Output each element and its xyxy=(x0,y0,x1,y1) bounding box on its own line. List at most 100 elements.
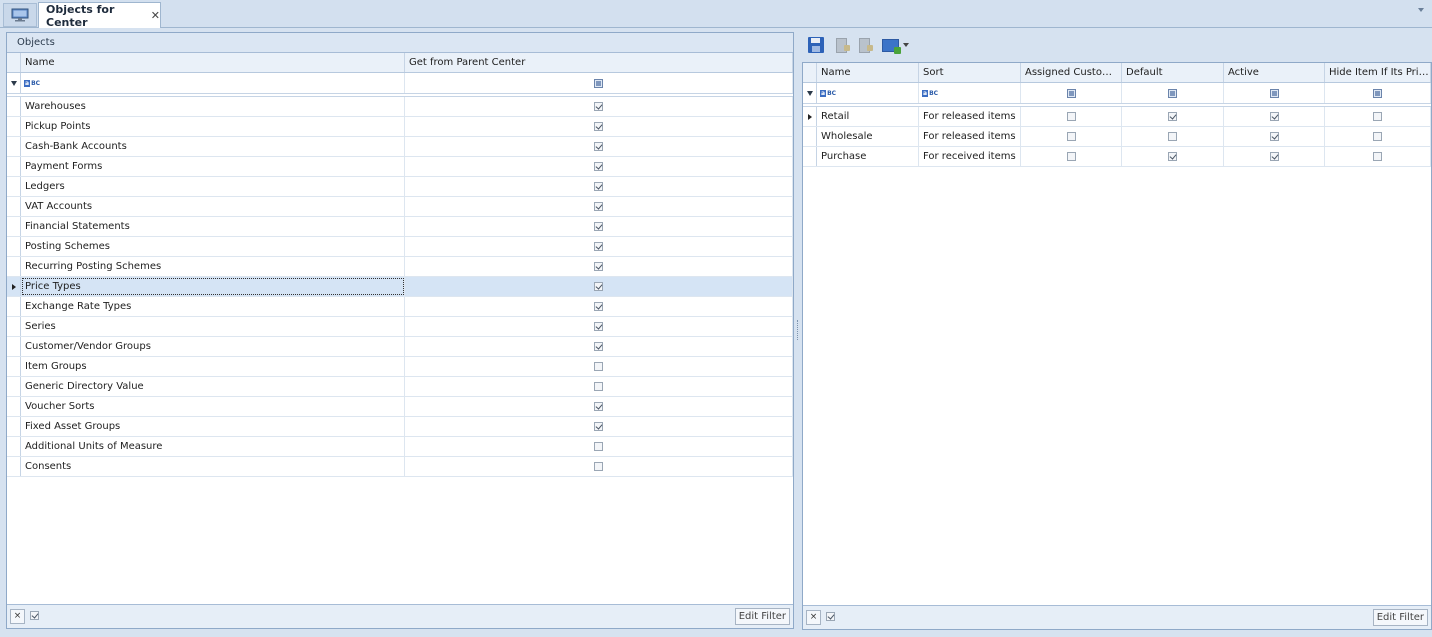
clear-filter-button[interactable]: × xyxy=(10,609,25,624)
get-from-parent-checkbox[interactable] xyxy=(594,202,603,211)
table-row[interactable]: Pickup Points xyxy=(7,117,793,137)
get-from-parent-checkbox[interactable] xyxy=(594,122,603,131)
filter-hide-cell[interactable] xyxy=(1325,83,1431,103)
object-name-cell[interactable]: Posting Schemes xyxy=(21,237,405,256)
get-from-parent-cell[interactable] xyxy=(405,217,793,236)
assigned-customer-cell[interactable] xyxy=(1021,147,1122,166)
edit-filter-button[interactable]: Edit Filter xyxy=(734,608,790,625)
get-from-parent-checkbox[interactable] xyxy=(594,342,603,351)
default-checkbox[interactable] xyxy=(1168,112,1177,121)
filter-checkbox[interactable] xyxy=(594,78,603,88)
filter-get-cell[interactable] xyxy=(405,73,793,93)
get-from-parent-checkbox[interactable] xyxy=(594,322,603,331)
object-name-cell[interactable]: Generic Directory Value xyxy=(21,377,405,396)
get-from-parent-cell[interactable] xyxy=(405,117,793,136)
table-row[interactable]: Consents xyxy=(7,457,793,477)
object-name-cell[interactable]: Fixed Asset Groups xyxy=(21,417,405,436)
get-from-parent-cell[interactable] xyxy=(405,237,793,256)
hide-item-cell[interactable] xyxy=(1325,127,1431,146)
table-row[interactable]: Warehouses xyxy=(7,97,793,117)
home-tab[interactable] xyxy=(3,3,37,27)
active-cell[interactable] xyxy=(1224,127,1325,146)
object-name-cell[interactable]: Price Types xyxy=(21,277,405,296)
edit-filter-button[interactable]: Edit Filter xyxy=(1372,609,1428,626)
hide-item-checkbox[interactable] xyxy=(1373,152,1382,161)
hide-item-checkbox[interactable] xyxy=(1373,132,1382,141)
active-checkbox[interactable] xyxy=(1269,132,1279,141)
table-row[interactable]: Generic Directory Value xyxy=(7,377,793,397)
price-type-sort-cell[interactable]: For received items xyxy=(919,147,1021,166)
column-header-default[interactable]: Default xyxy=(1122,63,1224,82)
get-from-parent-checkbox[interactable] xyxy=(594,102,603,111)
default-checkbox[interactable] xyxy=(1168,132,1177,141)
filter-checkbox[interactable] xyxy=(1269,88,1279,98)
column-header-get-from-parent[interactable]: Get from Parent Center xyxy=(405,53,793,72)
table-row[interactable]: Recurring Posting Schemes xyxy=(7,257,793,277)
object-name-cell[interactable]: Voucher Sorts xyxy=(21,397,405,416)
table-row[interactable]: VAT Accounts xyxy=(7,197,793,217)
get-from-parent-cell[interactable] xyxy=(405,417,793,436)
default-cell[interactable] xyxy=(1122,147,1224,166)
hide-item-cell[interactable] xyxy=(1325,147,1431,166)
table-row[interactable]: Financial Statements xyxy=(7,217,793,237)
active-cell[interactable] xyxy=(1224,147,1325,166)
table-row[interactable]: Series xyxy=(7,317,793,337)
assigned-customer-cell[interactable] xyxy=(1021,107,1122,126)
table-row[interactable]: Item Groups xyxy=(7,357,793,377)
object-name-cell[interactable]: Pickup Points xyxy=(21,117,405,136)
get-from-parent-checkbox[interactable] xyxy=(594,162,603,171)
hide-item-checkbox[interactable] xyxy=(1373,112,1382,121)
object-name-cell[interactable]: Customer/Vendor Groups xyxy=(21,337,405,356)
get-from-parent-checkbox[interactable] xyxy=(594,382,603,391)
filter-checkbox[interactable] xyxy=(1066,88,1076,98)
get-from-parent-checkbox[interactable] xyxy=(594,282,603,291)
clear-filter-button[interactable]: × xyxy=(806,610,821,625)
filter-checkbox[interactable] xyxy=(1373,88,1382,98)
object-name-cell[interactable]: Consents xyxy=(21,457,405,476)
price-type-name-cell[interactable]: Retail xyxy=(817,107,919,126)
default-cell[interactable] xyxy=(1122,127,1224,146)
document-import-icon[interactable] xyxy=(836,37,850,53)
column-header-name[interactable]: Name xyxy=(817,63,919,82)
price-type-name-cell[interactable]: Wholesale xyxy=(817,127,919,146)
table-row[interactable]: Cash-Bank Accounts xyxy=(7,137,793,157)
get-from-parent-cell[interactable] xyxy=(405,197,793,216)
get-from-parent-cell[interactable] xyxy=(405,377,793,396)
object-name-cell[interactable]: Item Groups xyxy=(21,357,405,376)
column-header-sort[interactable]: Sort xyxy=(919,63,1021,82)
object-name-cell[interactable]: Ledgers xyxy=(21,177,405,196)
document-export-icon[interactable] xyxy=(859,37,873,53)
object-name-cell[interactable]: VAT Accounts xyxy=(21,197,405,216)
get-from-parent-checkbox[interactable] xyxy=(594,222,603,231)
active-checkbox[interactable] xyxy=(1269,152,1279,161)
get-from-parent-cell[interactable] xyxy=(405,397,793,416)
table-row[interactable]: Wholesale For released items xyxy=(803,127,1431,147)
object-name-cell[interactable]: Payment Forms xyxy=(21,157,405,176)
assigned-customer-checkbox[interactable] xyxy=(1066,112,1076,121)
get-from-parent-cell[interactable] xyxy=(405,257,793,276)
object-name-cell[interactable]: Recurring Posting Schemes xyxy=(21,257,405,276)
tab-objects-for-center[interactable]: Objects for Center ✕ xyxy=(38,2,161,29)
get-from-parent-checkbox[interactable] xyxy=(594,262,603,271)
get-from-parent-cell[interactable] xyxy=(405,157,793,176)
object-name-cell[interactable]: Financial Statements xyxy=(21,217,405,236)
table-row[interactable]: Additional Units of Measure xyxy=(7,437,793,457)
default-checkbox[interactable] xyxy=(1168,152,1177,161)
filter-sort-cell[interactable]: a BC xyxy=(919,83,1021,103)
hide-item-cell[interactable] xyxy=(1325,107,1431,126)
filter-active-cell[interactable] xyxy=(1224,83,1325,103)
object-name-cell[interactable]: Exchange Rate Types xyxy=(21,297,405,316)
get-from-parent-cell[interactable] xyxy=(405,97,793,116)
table-row[interactable]: Customer/Vendor Groups xyxy=(7,337,793,357)
column-header-name[interactable]: Name xyxy=(21,53,405,72)
grid-view-icon[interactable] xyxy=(882,38,901,54)
get-from-parent-checkbox[interactable] xyxy=(594,182,603,191)
get-from-parent-cell[interactable] xyxy=(405,337,793,356)
object-name-cell[interactable]: Series xyxy=(21,317,405,336)
filter-assigned-cell[interactable] xyxy=(1021,83,1122,103)
price-type-name-cell[interactable]: Purchase xyxy=(817,147,919,166)
splitter-handle[interactable] xyxy=(797,320,799,340)
assigned-customer-checkbox[interactable] xyxy=(1066,132,1076,141)
get-from-parent-checkbox[interactable] xyxy=(594,442,603,451)
price-type-sort-cell[interactable]: For released items xyxy=(919,107,1021,126)
